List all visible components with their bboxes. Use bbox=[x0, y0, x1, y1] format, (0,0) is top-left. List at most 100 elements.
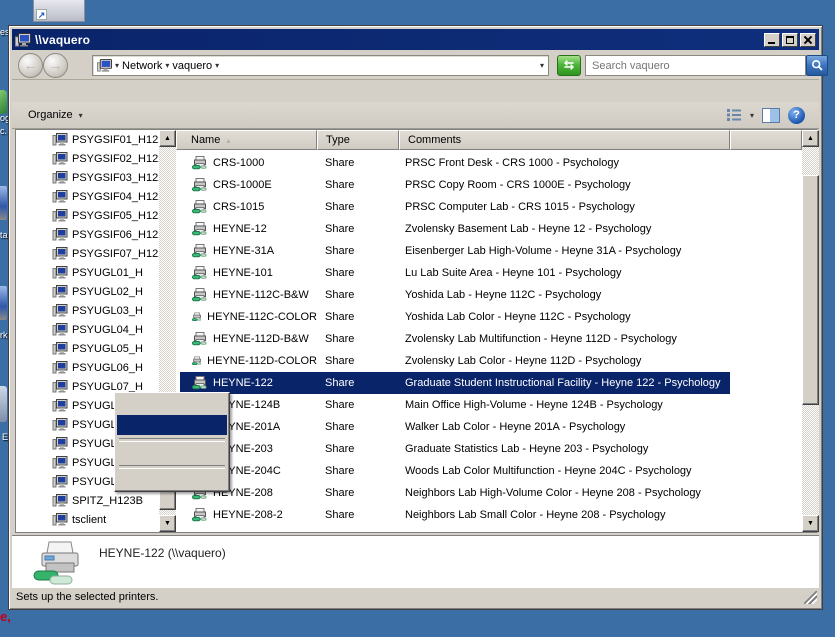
breadcrumb[interactable]: ▾ Network ▾ vaquero ▾ ▾ bbox=[92, 55, 549, 76]
printer-name[interactable]: HEYNE-112C-COLOR bbox=[207, 311, 317, 323]
desktop-icon-fragment[interactable] bbox=[0, 90, 7, 114]
tree-item-label[interactable]: PSYUGL06_H bbox=[72, 362, 143, 374]
tree-item-computer[interactable]: SPITZ_H123B bbox=[16, 491, 159, 510]
printer-name[interactable]: CRS-1000 bbox=[213, 157, 264, 169]
printer-row[interactable]: CRS-1015 Share PRSC Computer Lab - CRS 1… bbox=[176, 196, 802, 218]
scroll-down-button[interactable]: ▼ bbox=[802, 515, 819, 532]
tree-item-computer[interactable]: PSYGSIF05_H122 bbox=[16, 206, 159, 225]
tree-item-computer[interactable]: PSYUGL02_H bbox=[16, 282, 159, 301]
breadcrumb-segment[interactable]: vaquero ▾ bbox=[172, 60, 219, 72]
desktop-computer-icon-fragment[interactable] bbox=[0, 286, 7, 320]
desktop-shortcut-icon[interactable]: ↗ bbox=[33, 0, 85, 22]
views-icon[interactable] bbox=[726, 108, 742, 122]
tree-item-computer[interactable]: tsclient bbox=[16, 510, 159, 529]
tree-item-label[interactable]: PSYGSIF07_H122 bbox=[72, 248, 159, 260]
tree-item-computer[interactable]: PSYGSIF06_H122 bbox=[16, 225, 159, 244]
printer-name[interactable]: HEYNE-112C-B&W bbox=[213, 289, 309, 301]
breadcrumb-segment-label[interactable]: vaquero bbox=[172, 60, 212, 72]
tree-item-computer[interactable]: PSYUGL06_H bbox=[16, 358, 159, 377]
printer-row[interactable]: HEYNE-124B Share Main Office High-Volume… bbox=[176, 394, 802, 416]
printer-row[interactable]: HEYNE-208 Share Neighbors Lab High-Volum… bbox=[176, 482, 802, 504]
search-input[interactable] bbox=[587, 57, 804, 74]
minimize-button[interactable] bbox=[764, 33, 780, 47]
breadcrumb-segment[interactable]: Network ▾ bbox=[122, 60, 169, 72]
printer-name[interactable]: HEYNE-208-2 bbox=[213, 509, 283, 521]
chevron-down-icon[interactable]: ▾ bbox=[165, 61, 169, 70]
resize-grip[interactable] bbox=[804, 591, 817, 604]
titlebar[interactable]: \\vaquero bbox=[12, 29, 819, 50]
printer-name[interactable]: HEYNE-112D-COLOR bbox=[207, 355, 317, 367]
printer-name[interactable]: HEYNE-31A bbox=[213, 245, 274, 257]
tree-item-computer[interactable]: PSYUGL05_H bbox=[16, 339, 159, 358]
maximize-button[interactable] bbox=[782, 33, 798, 47]
tree-item-computer[interactable]: PSYGSIF04_H122 bbox=[16, 187, 159, 206]
column-header-comments[interactable]: Comments bbox=[399, 130, 730, 150]
tree-item-label[interactable]: PSYUGL02_H bbox=[72, 286, 143, 298]
scroll-up-button[interactable]: ▲ bbox=[159, 130, 176, 147]
printer-name[interactable]: HEYNE-122 bbox=[213, 377, 273, 389]
printer-row[interactable]: HEYNE-31A Share Eisenberger Lab High-Vol… bbox=[176, 240, 802, 262]
printer-row[interactable]: HEYNE-101 Share Lu Lab Suite Area - Heyn… bbox=[176, 262, 802, 284]
tree-item-label[interactable]: PSYUGL bbox=[72, 457, 117, 469]
tree-item-computer[interactable]: PSYUGL03_H bbox=[16, 301, 159, 320]
printer-name[interactable]: HEYNE-101 bbox=[213, 267, 273, 279]
printer-row[interactable]: HEYNE-122 Share Graduate Student Instruc… bbox=[176, 372, 802, 394]
printer-row[interactable]: CRS-1000E Share PRSC Copy Room - CRS 100… bbox=[176, 174, 802, 196]
views-dropdown-icon[interactable]: ▾ bbox=[750, 111, 754, 120]
tree-item-computer[interactable]: PSYGSIF01_H122 bbox=[16, 130, 159, 149]
tree-item-label[interactable]: PSYGSIF05_H122 bbox=[72, 210, 159, 222]
context-menu-item[interactable] bbox=[117, 435, 227, 442]
scrollbar-thumb[interactable] bbox=[802, 175, 819, 405]
tree-item-label[interactable]: PSYUGL bbox=[72, 438, 117, 450]
printer-row[interactable]: HEYNE-204C Share Woods Lab Color Multifu… bbox=[176, 460, 802, 482]
printer-row[interactable]: HEYNE-208-2 Share Neighbors Lab Small Co… bbox=[176, 504, 802, 526]
breadcrumb-segment-label[interactable]: Network bbox=[122, 60, 162, 72]
forward-button[interactable]: → bbox=[43, 53, 68, 78]
desktop-computer-icon-fragment[interactable] bbox=[0, 186, 7, 220]
tree-item-label[interactable]: SPITZ_H123B bbox=[72, 495, 143, 507]
tree-item-label[interactable]: PSYUGL bbox=[72, 419, 117, 431]
help-icon[interactable]: ? bbox=[788, 107, 805, 124]
printer-name[interactable]: CRS-1000E bbox=[213, 179, 272, 191]
printer-row[interactable]: HEYNE-201A Share Walker Lab Color - Heyn… bbox=[176, 416, 802, 438]
back-button[interactable]: ← bbox=[18, 53, 43, 78]
tree-item-computer[interactable]: PSYUGL04_H bbox=[16, 320, 159, 339]
printer-row[interactable]: HEYNE-12 Share Zvolensky Basement Lab - … bbox=[176, 218, 802, 240]
context-menu-item[interactable] bbox=[117, 469, 227, 489]
printer-name[interactable]: CRS-1015 bbox=[213, 201, 264, 213]
column-header-type[interactable]: Type bbox=[317, 130, 399, 150]
printer-row[interactable]: HEYNE-112C-COLOR Share Yoshida Lab Color… bbox=[176, 306, 802, 328]
tree-item-computer[interactable]: PSYUGL01_H bbox=[16, 263, 159, 282]
printer-row[interactable]: HEYNE-203 Share Graduate Statistics Lab … bbox=[176, 438, 802, 460]
context-menu-item[interactable] bbox=[117, 442, 227, 462]
tree-item-label[interactable]: PSYUGL01_H bbox=[72, 267, 143, 279]
printer-row[interactable]: HEYNE-112D-COLOR Share Zvolensky Lab Col… bbox=[176, 350, 802, 372]
tree-item-computer[interactable]: PSYGSIF02_H122 bbox=[16, 149, 159, 168]
tree-item-label[interactable]: PSYUGL05_H bbox=[72, 343, 143, 355]
tree-item-label[interactable]: PSYUGL07_H bbox=[72, 381, 143, 393]
context-menu-item[interactable] bbox=[117, 395, 227, 415]
context-menu-item[interactable] bbox=[117, 415, 227, 435]
preview-pane-icon[interactable] bbox=[762, 108, 780, 123]
column-header-name[interactable]: Name ▴ bbox=[176, 130, 317, 150]
tree-item-label[interactable]: PSYUGL03_H bbox=[72, 305, 143, 317]
context-menu-item[interactable] bbox=[117, 462, 227, 469]
chevron-down-icon[interactable]: ▾ bbox=[115, 61, 119, 70]
tree-item-computer[interactable]: PSYGSIF03_H122 bbox=[16, 168, 159, 187]
close-button[interactable] bbox=[800, 33, 816, 47]
chevron-down-icon[interactable]: ▾ bbox=[215, 61, 219, 70]
organize-button[interactable]: Organize ▾ bbox=[28, 109, 83, 121]
tree-item-label[interactable]: PSYGSIF02_H122 bbox=[72, 153, 159, 165]
tree-item-label[interactable]: PSYGSIF06_H122 bbox=[72, 229, 159, 241]
printer-row[interactable]: HEYNE-112D-B&W Share Zvolensky Lab Multi… bbox=[176, 328, 802, 350]
tree-item-label[interactable]: PSYGSIF01_H122 bbox=[72, 134, 159, 146]
address-history-dropdown-icon[interactable]: ▾ bbox=[540, 61, 544, 70]
refresh-button[interactable]: ⇆ bbox=[557, 55, 581, 76]
tree-item-computer[interactable]: PSYGSIF07_H122 bbox=[16, 244, 159, 263]
printer-row[interactable]: CRS-1000 Share PRSC Front Desk - CRS 100… bbox=[176, 152, 802, 174]
tree-item-label[interactable]: tsclient bbox=[72, 514, 106, 526]
scroll-up-button[interactable]: ▲ bbox=[802, 130, 819, 147]
tree-item-label[interactable]: PSYUGL04_H bbox=[72, 324, 143, 336]
column-header-blank[interactable] bbox=[730, 130, 802, 150]
tree-item-label[interactable]: PSYUGL bbox=[72, 400, 117, 412]
